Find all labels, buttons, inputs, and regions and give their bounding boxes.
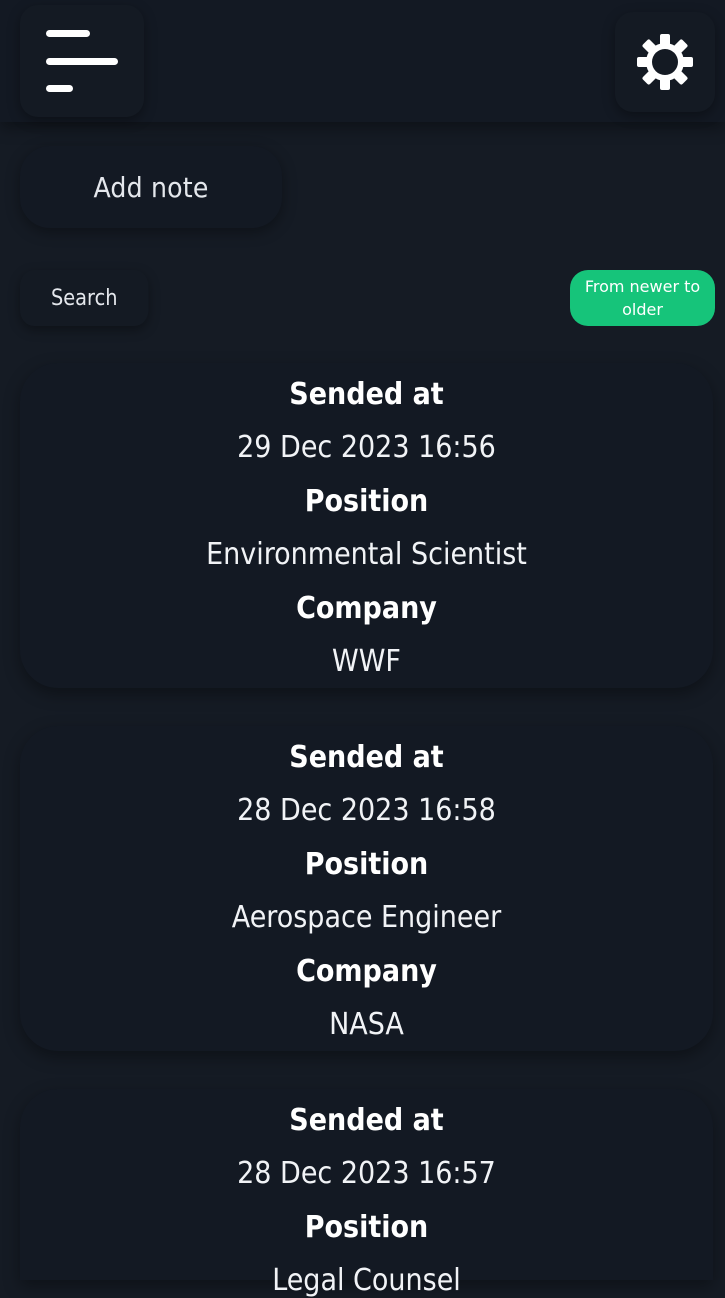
company-value: WWF	[332, 644, 401, 679]
settings-button[interactable]	[615, 12, 715, 112]
position-value: Aerospace Engineer	[231, 900, 502, 935]
company-value: NASA	[329, 1007, 404, 1042]
search-button[interactable]: Search	[20, 270, 149, 326]
company-label: Company	[296, 954, 437, 989]
position-label: Position	[304, 847, 429, 882]
position-value: Environmental Scientist	[206, 537, 527, 572]
note-card[interactable]: Sended at 29 Dec 2023 16:56 Position Env…	[20, 363, 713, 688]
menu-button[interactable]	[20, 5, 144, 117]
sended-at-value: 28 Dec 2023 16:57	[237, 1156, 496, 1191]
sended-at-value: 28 Dec 2023 16:58	[237, 793, 496, 828]
note-card[interactable]: Sended at 28 Dec 2023 16:57 Position Leg…	[20, 1089, 713, 1298]
sended-at-value: 29 Dec 2023 16:56	[237, 430, 496, 465]
add-note-button[interactable]: Add note	[20, 146, 282, 228]
position-label: Position	[304, 1210, 429, 1245]
sended-at-label: Sended at	[289, 1103, 444, 1138]
sended-at-label: Sended at	[289, 377, 444, 412]
position-label: Position	[304, 484, 429, 519]
company-label: Company	[296, 591, 437, 626]
top-bar	[0, 0, 725, 122]
hamburger-menu-icon	[46, 30, 118, 92]
sended-at-label: Sended at	[289, 740, 444, 775]
gear-icon	[637, 34, 693, 90]
note-card[interactable]: Sended at 28 Dec 2023 16:58 Position Aer…	[20, 726, 713, 1051]
sort-order-button[interactable]: From newer to older	[570, 270, 715, 326]
position-value: Legal Counsel	[272, 1263, 461, 1298]
